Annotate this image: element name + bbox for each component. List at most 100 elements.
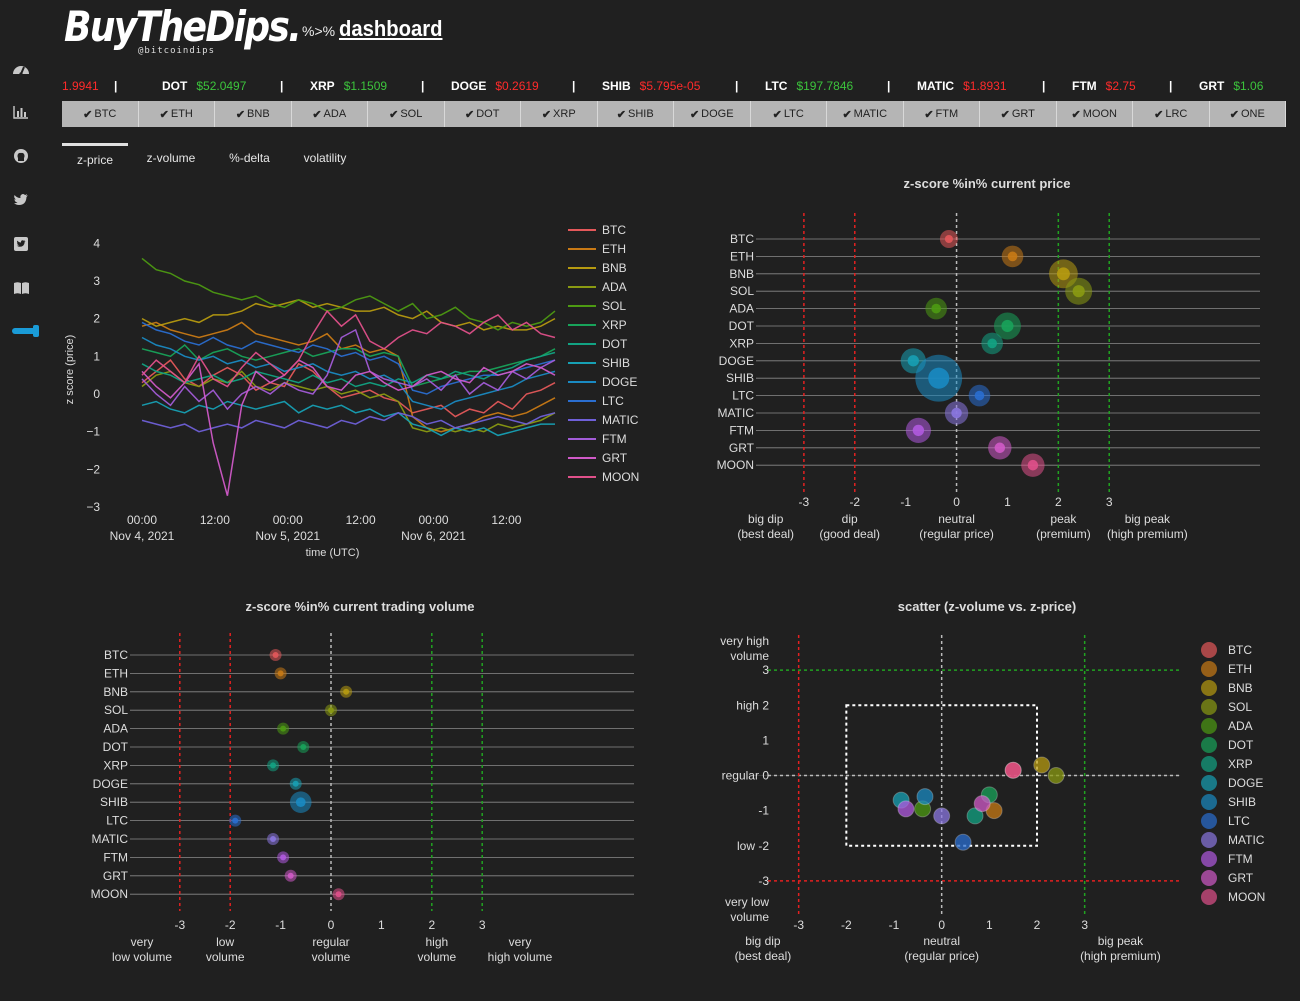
ticker-separator: | <box>887 79 891 93</box>
checkmark-icon: ✔ <box>1154 108 1164 121</box>
zone-label: big peak <box>1098 934 1144 948</box>
zone-label: volume <box>730 910 769 924</box>
x-tick-label: 00:00 <box>419 513 449 527</box>
bar-chart-icon[interactable] <box>10 101 32 123</box>
y-tick-label: −3 <box>86 500 100 514</box>
x-tick-label: Nov 4, 2021 <box>110 529 175 543</box>
ticker-symbol: FTM <box>1072 79 1097 93</box>
z-score-volume-chart: z-score %in% current trading volume BTC ET… <box>91 599 634 964</box>
x-tick-label: Nov 5, 2021 <box>255 529 320 543</box>
legend-label: ETH <box>1228 662 1252 676</box>
point-grt[interactable] <box>973 795 991 813</box>
ticker-item: SHIB $5.795e-05 <box>602 79 700 93</box>
point-sol[interactable] <box>1047 767 1065 784</box>
zone-label: (good deal) <box>819 527 880 541</box>
x-tick-label: -1 <box>900 495 911 509</box>
dot-core <box>994 442 1006 454</box>
dashboard-link[interactable]: dashboard <box>339 16 442 42</box>
coin-toggle-dot[interactable]: ✔ DOT <box>445 101 521 127</box>
zone-label: peak <box>1050 512 1077 526</box>
ticker-item: 1.9941 <box>62 79 99 93</box>
coin-toggle-doge[interactable]: ✔ DOGE <box>674 101 751 127</box>
coin-toggle-one[interactable]: ✔ ONE <box>1210 101 1286 127</box>
twitter-icon[interactable] <box>10 189 32 211</box>
point-matic[interactable] <box>933 807 951 825</box>
coin-toggle-btc[interactable]: ✔ BTC <box>62 101 139 127</box>
legend-label: ADA <box>1228 719 1253 733</box>
category-label: ADA <box>729 302 754 316</box>
coin-toggle-ada[interactable]: ✔ ADA <box>292 101 368 127</box>
coin-toggle-shib[interactable]: ✔ SHIB <box>598 101 674 127</box>
zone-label: (regular price) <box>904 949 979 963</box>
coin-toggle-lrc[interactable]: ✔ LRC <box>1133 101 1210 127</box>
coin-toggle-eth[interactable]: ✔ ETH <box>139 101 215 127</box>
dot-core <box>1056 267 1070 281</box>
coin-toggle-ftm[interactable]: ✔ FTM <box>904 101 980 127</box>
x-tick-label: 12:00 <box>200 513 230 527</box>
coin-toggle-grt[interactable]: ✔ GRT <box>980 101 1057 127</box>
checkmark-icon: ✔ <box>312 108 322 121</box>
ticker-item: GRT $1.06 <box>1199 79 1263 93</box>
zone-label: (high premium) <box>1080 949 1161 963</box>
tab-delta[interactable]: %-delta <box>217 143 282 173</box>
coin-toggle-label: SHIB <box>628 108 654 120</box>
coin-toggle-matic[interactable]: ✔ MATIC <box>827 101 904 127</box>
ticker-separator: | <box>1042 79 1046 93</box>
point-moon[interactable] <box>1004 761 1022 779</box>
coin-toggle-label: GRT <box>1011 108 1035 120</box>
ticker-symbol: MATIC <box>917 79 955 93</box>
point-bnb[interactable] <box>1033 756 1051 774</box>
dot-core <box>974 390 985 401</box>
coin-toggle-sol[interactable]: ✔ SOL <box>368 101 445 127</box>
zone-label: high volume <box>488 950 553 964</box>
coin-toggle-xrp[interactable]: ✔ XRP <box>521 101 598 127</box>
ticker-symbol: XRP <box>310 79 335 93</box>
sidebar <box>0 0 42 1001</box>
y-tick-label: -3 <box>758 874 769 888</box>
dot-core <box>270 836 277 842</box>
legend-swatch <box>1201 642 1217 658</box>
legend-label: BNB <box>602 261 627 275</box>
toggle-icon[interactable] <box>12 320 40 342</box>
coin-toggle-moon[interactable]: ✔ MOON <box>1057 101 1133 127</box>
legend-label: ETH <box>602 242 626 256</box>
ticker-price: $5.795e-05 <box>639 79 701 93</box>
legend-label: XRP <box>602 318 627 332</box>
x-tick-label: -3 <box>174 918 185 932</box>
point-ltc[interactable] <box>954 833 972 851</box>
x-tick-label: 0 <box>938 918 945 932</box>
ticker-separator: | <box>1169 79 1173 93</box>
legend-label: FTM <box>602 432 627 446</box>
point-ftm[interactable] <box>897 800 915 818</box>
legend-swatch <box>1201 851 1217 867</box>
legend-swatch <box>1201 813 1217 829</box>
x-tick-label: 1 <box>378 918 385 932</box>
logo[interactable]: BuyTheDips. <box>64 2 302 51</box>
y-tick-label: low -2 <box>737 839 769 853</box>
tab-zprice[interactable]: z-price <box>62 143 128 173</box>
dot-core <box>280 725 287 732</box>
gauge-icon[interactable] <box>10 58 32 80</box>
tab-zvolume[interactable]: z-volume <box>136 143 206 173</box>
chart-title: z-score %in% current price <box>904 176 1071 191</box>
x-tick-label: -1 <box>889 918 900 932</box>
book-icon[interactable] <box>10 277 32 299</box>
x-tick-label: -1 <box>275 918 286 932</box>
zone-label: very high <box>720 634 769 648</box>
coin-toggle-ltc[interactable]: ✔ LTC <box>751 101 827 127</box>
series-line-xrp <box>141 343 556 388</box>
x-tick-label: 12:00 <box>346 513 376 527</box>
category-label: BTC <box>730 232 754 246</box>
tab-volatility[interactable]: volatility <box>290 143 360 173</box>
category-label: FTM <box>103 850 128 864</box>
zone-label: volume <box>206 950 245 964</box>
github-icon[interactable] <box>10 145 32 167</box>
dot-core <box>912 424 925 437</box>
coin-toggle-bnb[interactable]: ✔ BNB <box>215 101 292 127</box>
coin-toggle-label: SOL <box>400 108 423 120</box>
ticker-item: FTM $2.75 <box>1072 79 1136 93</box>
category-label: FTM <box>729 423 754 437</box>
point-shib[interactable] <box>916 788 934 806</box>
twitter-square-icon[interactable] <box>10 233 32 255</box>
x-tick-label: -2 <box>225 918 236 932</box>
